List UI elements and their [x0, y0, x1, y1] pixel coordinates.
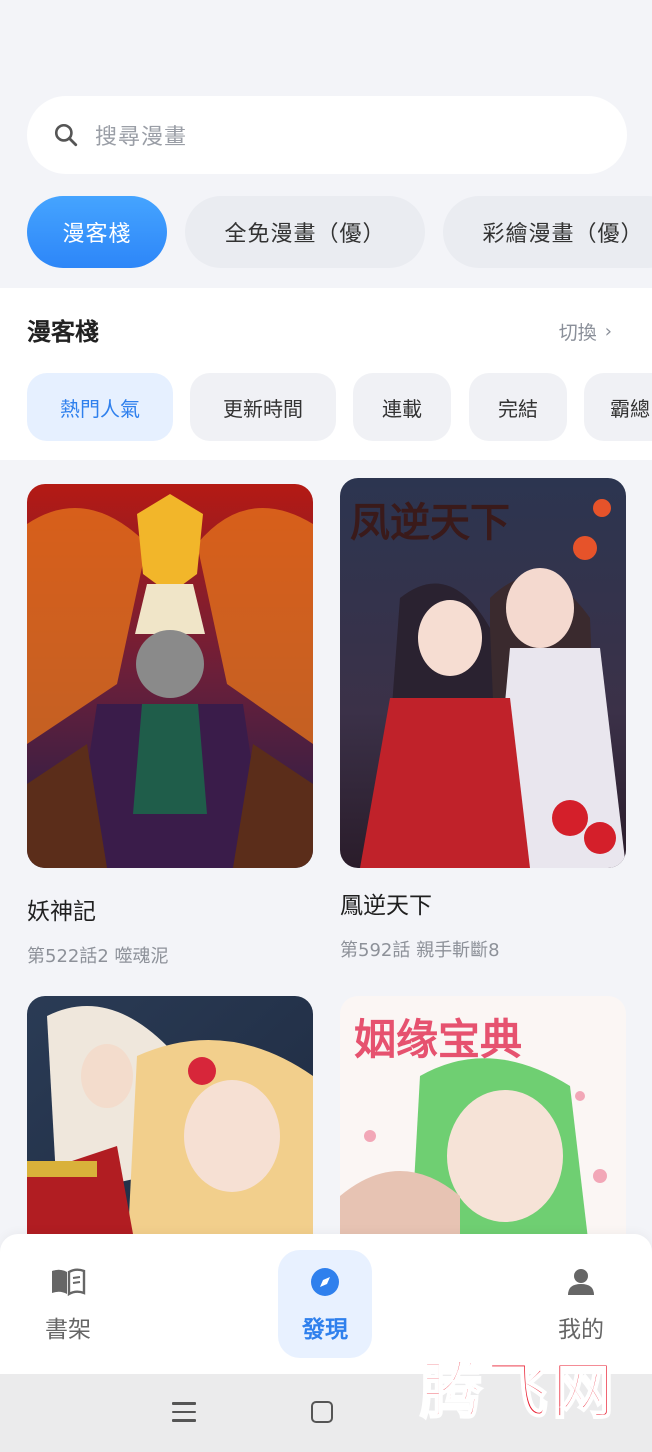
comic-latest-chapter: 第592話 親手斬斷8: [340, 940, 500, 961]
search-input[interactable]: 搜尋漫畫: [27, 96, 627, 174]
comic-cover[interactable]: 姻缘宝典: [340, 996, 626, 1256]
comic-title: 鳳逆天下: [340, 893, 432, 919]
comic-cover[interactable]: 凤逆天下: [340, 478, 626, 868]
watermark: 腾飞网: [419, 1353, 619, 1428]
source-tab-free-comics[interactable]: 全免漫畫（優）: [185, 196, 425, 268]
tab-profile[interactable]: 我的: [531, 1262, 631, 1344]
tab-bookshelf[interactable]: 書架: [18, 1262, 118, 1344]
home-button[interactable]: [311, 1401, 333, 1423]
cover-title-art: 姻缘宝典: [354, 1015, 522, 1064]
sort-tab-popular[interactable]: 熱門人氣: [27, 373, 173, 441]
compass-icon: [305, 1262, 345, 1302]
comic-card[interactable]: 凤逆天下 鳳逆天下 第592話 親手斬斷8: [340, 478, 626, 962]
switch-label: 切換: [558, 322, 597, 344]
source-tab-color-comics[interactable]: 彩繪漫畫（優）: [443, 196, 652, 268]
recent-apps-button[interactable]: [172, 1402, 196, 1422]
tab-label: 發現: [302, 1317, 348, 1343]
search-placeholder: 搜尋漫畫: [95, 125, 188, 150]
sort-tab-ceo[interactable]: 霸總: [584, 373, 652, 441]
chevron-right-icon: ›: [604, 321, 612, 342]
tab-label: 我的: [558, 1317, 604, 1343]
tab-discover[interactable]: 發現: [275, 1262, 375, 1344]
book-icon: [48, 1262, 88, 1302]
cover-title-art: 凤逆天下: [350, 499, 510, 546]
tab-label: 書架: [45, 1317, 91, 1343]
menu-icon-line: [172, 1410, 196, 1413]
comic-card[interactable]: 妖神記 第522話2 噬魂泥: [27, 484, 313, 968]
comic-card[interactable]: 姻缘宝典: [340, 996, 626, 1256]
comic-card[interactable]: [27, 996, 313, 1256]
section-title: 漫客棧: [27, 318, 99, 346]
source-tab-mankezhan[interactable]: 漫客棧: [27, 196, 167, 268]
comic-latest-chapter: 第522話2 噬魂泥: [27, 946, 169, 967]
sort-tab-updated[interactable]: 更新時間: [190, 373, 336, 441]
switch-button[interactable]: 切換 ›: [559, 318, 612, 345]
user-icon: [561, 1262, 601, 1302]
menu-icon-line: [172, 1402, 196, 1405]
sort-tab-completed[interactable]: 完結: [469, 373, 567, 441]
comic-cover[interactable]: [27, 484, 313, 868]
source-tabs: 漫客棧 全免漫畫（優） 彩繪漫畫（優）: [27, 196, 652, 268]
comic-title: 妖神記: [27, 899, 96, 925]
sort-tabs: 熱門人氣 更新時間 連載 完結 霸總: [27, 373, 652, 441]
menu-icon-line: [172, 1419, 196, 1422]
comic-cover[interactable]: [27, 996, 313, 1256]
sort-tab-ongoing[interactable]: 連載: [353, 373, 451, 441]
search-icon: [54, 123, 78, 147]
